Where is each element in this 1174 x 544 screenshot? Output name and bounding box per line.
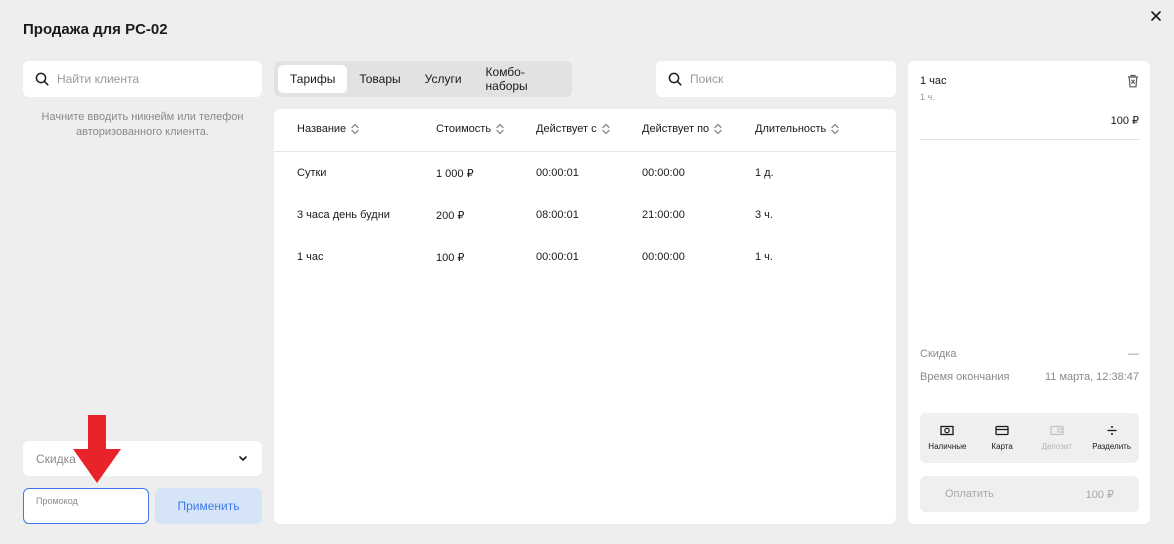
tab-goods[interactable]: Товары xyxy=(347,65,412,93)
cell-name: 1 час xyxy=(297,251,324,263)
product-search[interactable] xyxy=(656,61,896,97)
cart-item-price: 100 ₽ xyxy=(1110,115,1139,127)
close-icon xyxy=(1151,11,1161,21)
category-tabs: Тарифы Товары Услуги Комбо-наборы xyxy=(274,61,572,97)
column-valid-from[interactable]: Действует с xyxy=(536,123,610,135)
pay-button-amount: 100 ₽ xyxy=(1085,488,1114,501)
column-label: Действует с xyxy=(536,123,597,135)
sort-icon xyxy=(496,123,504,135)
summary-discount: Скидка — xyxy=(920,348,1139,360)
divider xyxy=(920,139,1139,140)
promo-label: Промокод xyxy=(36,496,78,506)
annotation-arrow-icon xyxy=(73,415,121,483)
table-row[interactable]: Сутки 1 000 ₽ 00:00:01 00:00:00 1 д. xyxy=(274,152,896,194)
column-valid-to[interactable]: Действует по xyxy=(642,123,722,135)
column-label: Длительность xyxy=(755,123,827,135)
sort-icon xyxy=(714,123,722,135)
sort-icon xyxy=(601,123,610,135)
sort-icon xyxy=(831,123,839,135)
payment-split-button[interactable]: Разделить xyxy=(1084,413,1139,463)
discount-select[interactable]: Скидка xyxy=(23,441,262,476)
payment-cash-button[interactable]: Наличные xyxy=(920,413,975,463)
card-icon xyxy=(995,425,1009,436)
cell-price: 1 000 ₽ xyxy=(436,168,474,180)
cell-valid-from: 00:00:01 xyxy=(536,167,579,179)
payment-method-label: Разделить xyxy=(1092,442,1131,451)
cell-valid-from: 00:00:01 xyxy=(536,251,579,263)
client-hint-line: Начните вводить никнейм или телефон xyxy=(41,111,244,123)
table-row[interactable]: 1 час 100 ₽ 00:00:01 00:00:00 1 ч. xyxy=(274,236,896,278)
trash-icon xyxy=(1128,74,1138,88)
column-price[interactable]: Стоимость xyxy=(436,123,504,135)
cart-item-duration: 1 ч. xyxy=(920,92,935,102)
client-search[interactable] xyxy=(23,61,262,97)
promo-input[interactable] xyxy=(36,507,136,519)
search-icon xyxy=(668,72,682,86)
summary-end-time: Время окончания 11 марта, 12:38:47 xyxy=(920,371,1139,383)
payment-card-button[interactable]: Карта xyxy=(975,413,1030,463)
discount-select-label: Скидка xyxy=(36,451,76,466)
product-search-input[interactable] xyxy=(690,72,870,86)
cell-valid-to: 21:00:00 xyxy=(642,209,685,221)
payment-methods: Наличные Карта Депозит Разделить xyxy=(920,413,1139,463)
sort-icon xyxy=(351,123,359,135)
payment-method-label: Депозит xyxy=(1041,442,1073,451)
tariffs-table: Название Стоимость Действует с Действует… xyxy=(274,109,896,524)
summary-label: Время окончания xyxy=(920,371,1010,383)
cell-valid-to: 00:00:00 xyxy=(642,167,685,179)
cell-name: 3 часа день будни xyxy=(297,209,390,221)
cell-price: 200 ₽ xyxy=(436,210,465,222)
pay-button[interactable]: Оплатить 100 ₽ xyxy=(920,476,1139,512)
table-row[interactable]: 3 часа день будни 200 ₽ 08:00:01 21:00:0… xyxy=(274,194,896,236)
column-label: Название xyxy=(297,123,347,135)
tab-services[interactable]: Услуги xyxy=(413,65,474,93)
cell-duration: 1 д. xyxy=(755,167,774,179)
cart-panel: 1 час 1 ч. 100 ₽ Скидка — Время окончани… xyxy=(908,61,1150,524)
chevron-down-icon xyxy=(239,456,247,461)
column-duration[interactable]: Длительность xyxy=(755,123,839,135)
tab-tariffs[interactable]: Тарифы xyxy=(278,65,348,93)
search-icon xyxy=(35,72,49,86)
cell-price: 100 ₽ xyxy=(436,252,465,264)
divide-icon xyxy=(1107,426,1117,435)
table-header: Название Стоимость Действует с Действует… xyxy=(274,109,896,152)
payment-deposit-button[interactable]: Депозит xyxy=(1030,413,1085,463)
cell-duration: 3 ч. xyxy=(755,209,773,221)
payment-method-label: Наличные xyxy=(928,442,967,451)
summary-label: Скидка xyxy=(920,348,957,360)
remove-item-button[interactable] xyxy=(1127,74,1139,93)
summary-value: 11 марта, 12:38:47 xyxy=(1045,371,1139,383)
close-button[interactable] xyxy=(1148,8,1164,24)
column-name[interactable]: Название xyxy=(297,123,359,135)
wallet-icon xyxy=(1050,425,1064,436)
column-label: Стоимость xyxy=(436,123,492,135)
cell-duration: 1 ч. xyxy=(755,251,773,263)
cell-name: Сутки xyxy=(297,167,327,179)
payment-method-label: Карта xyxy=(991,442,1013,451)
dialog-title: Продажа для PC-02 xyxy=(23,21,168,38)
pay-button-label: Оплатить xyxy=(945,488,994,500)
client-hint: Начните вводить никнейм или телефон авто… xyxy=(23,110,262,140)
client-hint-line: авторизованного клиента. xyxy=(76,126,209,138)
column-label: Действует по xyxy=(642,123,710,135)
apply-promo-button[interactable]: Применить xyxy=(155,488,262,524)
tab-combo[interactable]: Комбо-наборы xyxy=(474,65,568,93)
cell-valid-from: 08:00:01 xyxy=(536,209,579,221)
cash-icon xyxy=(940,425,955,436)
cart-item-name: 1 час xyxy=(920,75,947,87)
summary-value: — xyxy=(1128,348,1139,360)
cell-valid-to: 00:00:00 xyxy=(642,251,685,263)
client-search-input[interactable] xyxy=(57,72,237,86)
promo-field[interactable]: Промокод xyxy=(23,488,149,524)
